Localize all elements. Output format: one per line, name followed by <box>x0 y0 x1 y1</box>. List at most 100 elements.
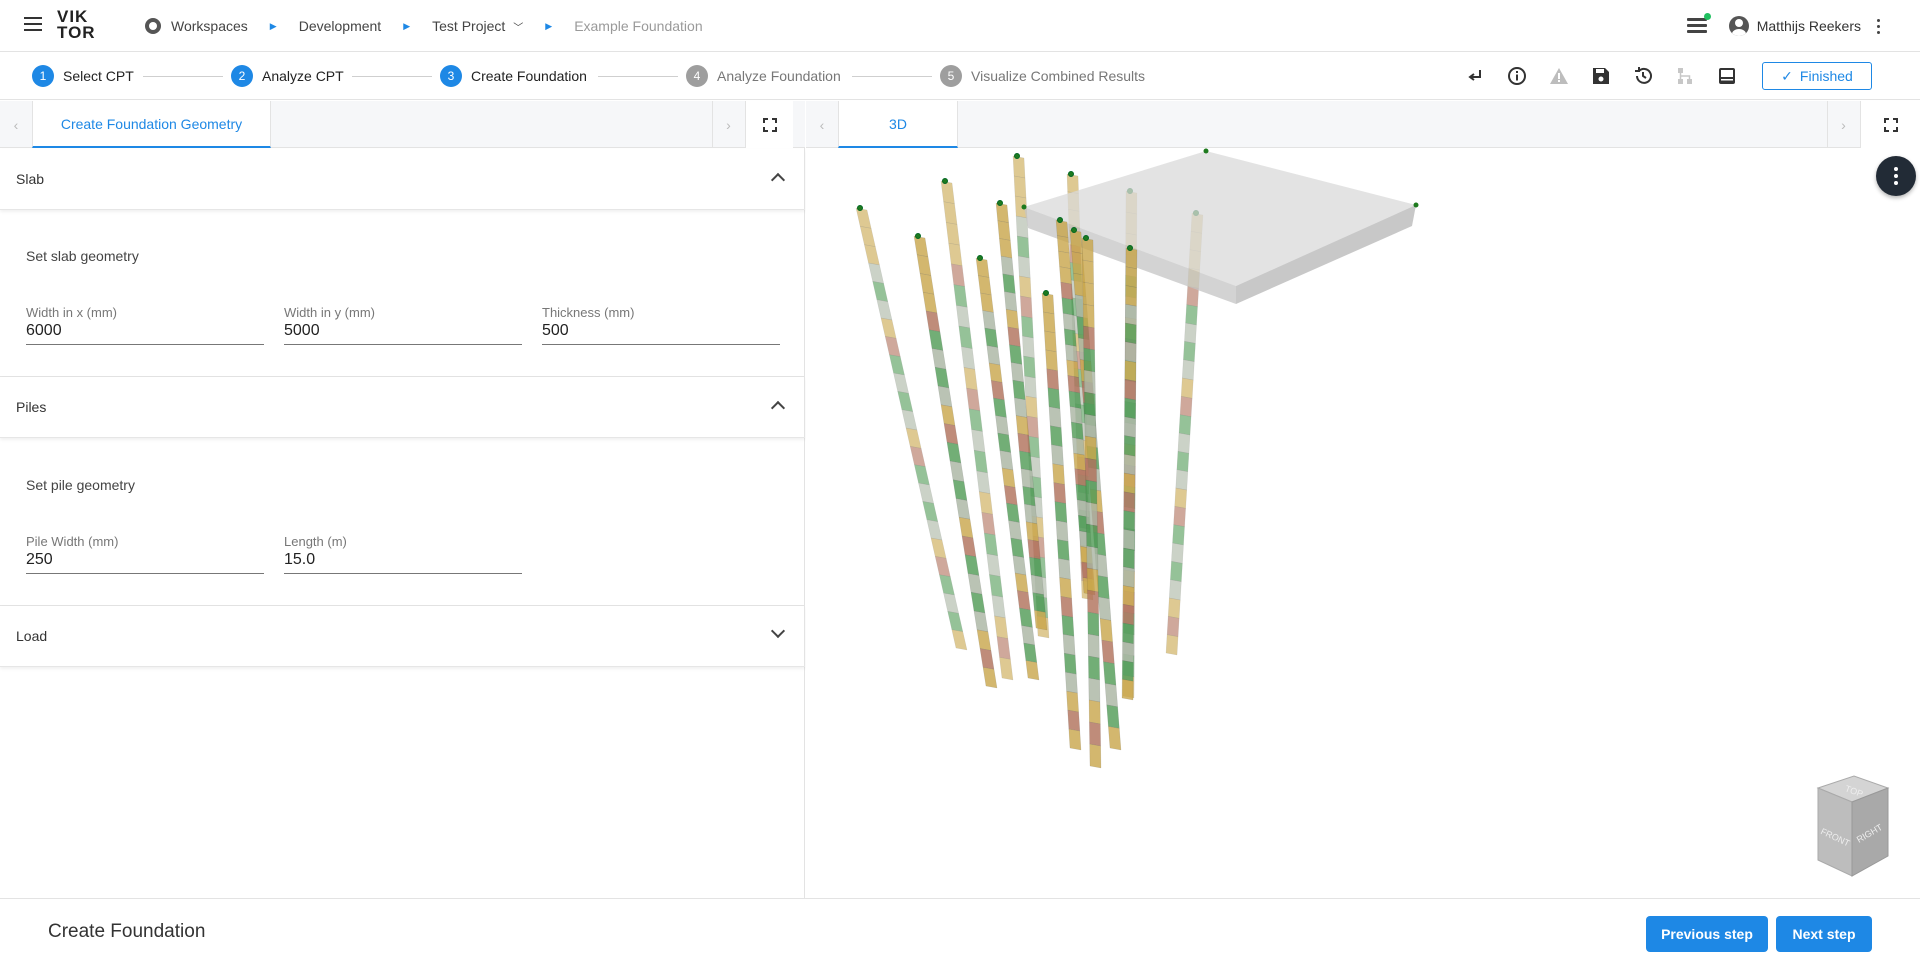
footer-step-title: Create Foundation <box>48 921 206 942</box>
check-icon: ✓ <box>1781 67 1793 84</box>
field-label: Thickness (mm) <box>542 305 635 320</box>
pile-width-field[interactable]: Pile Width (mm) 250 <box>26 534 264 574</box>
avatar[interactable] <box>1728 16 1749 36</box>
view-options-button[interactable] <box>1876 156 1916 196</box>
history-icon[interactable] <box>1632 65 1654 87</box>
tab-3d[interactable]: 3D <box>838 101 958 148</box>
breadcrumb-workspaces[interactable]: Workspaces <box>145 18 248 34</box>
finished-button[interactable]: ✓ Finished <box>1762 62 1872 90</box>
tab-scroll-left-icon[interactable]: ‹ <box>0 101 32 148</box>
hierarchy-icon <box>1674 65 1696 87</box>
view-panel: ‹ 3D › TOP FRONT RIGHT <box>806 101 1920 898</box>
step-analyze-foundation[interactable]: 4 Analyze Foundation <box>686 65 841 87</box>
section-slab-header[interactable]: Slab <box>0 149 805 210</box>
step-number: 2 <box>231 65 253 87</box>
next-step-button[interactable]: Next step <box>1776 916 1872 952</box>
save-icon[interactable] <box>1590 65 1612 87</box>
slab-width-x-field[interactable]: Width in x (mm) 6000 <box>26 305 264 345</box>
breadcrumb-label: Example Foundation <box>574 18 703 34</box>
pile-length-field[interactable]: Length (m) 15.0 <box>284 534 522 574</box>
field-value: 250 <box>26 551 53 568</box>
more-icon[interactable] <box>1877 18 1880 34</box>
section-load-header[interactable]: Load <box>0 606 805 667</box>
field-value: 500 <box>542 322 569 339</box>
breadcrumb-label: Development <box>298 18 382 34</box>
section-subtitle: Set pile geometry <box>26 477 135 493</box>
editor-panel: ‹ Create Foundation Geometry › Slab Set … <box>0 101 805 898</box>
field-label: Width in y (mm) <box>284 305 375 320</box>
chevron-down-icon[interactable]: ﹀ <box>513 19 523 34</box>
breadcrumb-label: Workspaces <box>171 18 248 34</box>
chevron-right-icon: ▶ <box>269 20 277 31</box>
foundation-3d-model: TOP FRONT RIGHT <box>855 148 1890 877</box>
step-number: 5 <box>940 65 962 87</box>
step-number: 1 <box>32 65 54 87</box>
chevron-down-icon <box>770 623 786 639</box>
breadcrumb-label: Test Project <box>432 18 506 34</box>
workspace-icon <box>145 18 161 34</box>
step-number: 3 <box>440 65 462 87</box>
view-tabs: ‹ 3D › <box>806 101 1920 148</box>
step-label: Select CPT <box>63 68 134 84</box>
tab-scroll-right-icon[interactable]: › <box>1827 101 1859 148</box>
step-connector <box>598 76 678 77</box>
step-label: Visualize Combined Results <box>971 68 1146 84</box>
top-bar: VIK TOR Workspaces ▶ Development ▶ Test … <box>0 0 1920 52</box>
info-icon[interactable] <box>1506 65 1528 87</box>
expand-panel-button[interactable] <box>745 101 793 148</box>
return-icon[interactable] <box>1464 65 1486 87</box>
section-title: Slab <box>16 171 45 187</box>
step-visualize-results[interactable]: 5 Visualize Combined Results <box>940 65 1145 87</box>
menu-icon[interactable] <box>24 17 42 31</box>
warning-icon <box>1548 65 1570 87</box>
step-create-foundation[interactable]: 3 Create Foundation <box>440 65 587 87</box>
view-cube[interactable]: TOP FRONT RIGHT <box>1816 775 1890 877</box>
step-label: Analyze CPT <box>262 68 344 84</box>
fullscreen-icon <box>1883 117 1898 132</box>
finished-label: Finished <box>1799 68 1853 84</box>
breadcrumb: Workspaces ▶ Development ▶ Test Project … <box>145 0 703 52</box>
fullscreen-icon <box>762 117 777 132</box>
tab-scroll-left-icon[interactable]: ‹ <box>806 101 838 148</box>
field-label: Width in x (mm) <box>26 305 117 320</box>
slab-thickness-field[interactable]: Thickness (mm) 500 <box>542 305 780 345</box>
chevron-up-icon <box>770 172 786 188</box>
chevron-right-icon: ▶ <box>545 20 553 31</box>
expand-view-button[interactable] <box>1860 101 1920 148</box>
viktor-logo[interactable]: VIK TOR <box>57 8 96 42</box>
step-label: Analyze Foundation <box>717 68 841 84</box>
editor-tabs: ‹ Create Foundation Geometry › <box>0 101 805 148</box>
user-area: Matthijs Reekers <box>1686 0 1880 52</box>
pile <box>1121 245 1138 701</box>
tab-scroll-right-icon[interactable]: › <box>712 101 744 148</box>
step-analyze-cpt[interactable]: 2 Analyze CPT <box>231 65 344 87</box>
section-subtitle: Set slab geometry <box>26 248 139 264</box>
slab-width-y-field[interactable]: Width in y (mm) 5000 <box>284 305 522 345</box>
slab-corner-point <box>1413 202 1419 208</box>
chevron-up-icon <box>770 400 786 416</box>
field-value: 15.0 <box>284 551 316 568</box>
previous-step-button[interactable]: Previous step <box>1646 916 1768 952</box>
step-connector <box>143 76 223 77</box>
tab-create-foundation-geometry[interactable]: Create Foundation Geometry <box>32 101 271 148</box>
step-connector <box>852 76 932 77</box>
inbox-icon[interactable] <box>1716 65 1738 87</box>
3d-viewer[interactable]: TOP FRONT RIGHT <box>806 148 1920 898</box>
user-name[interactable]: Matthijs Reekers <box>1757 18 1861 34</box>
jobs-icon[interactable] <box>1686 13 1711 34</box>
section-piles-header[interactable]: Piles <box>0 377 805 438</box>
step-label: Create Foundation <box>471 68 587 84</box>
section-title: Piles <box>16 399 47 415</box>
logo-bottom: TOR <box>57 23 96 42</box>
status-dot <box>1703 13 1711 20</box>
step-select-cpt[interactable]: 1 Select CPT <box>32 65 134 87</box>
steps-bar: 1 Select CPT 2 Analyze CPT 3 Create Foun… <box>0 52 1920 100</box>
field-label: Pile Width (mm) <box>26 534 119 549</box>
breadcrumb-project[interactable]: Test Project ﹀ <box>432 18 523 34</box>
breadcrumb-development[interactable]: Development <box>299 18 382 34</box>
section-title: Load <box>16 628 48 644</box>
field-label: Length (m) <box>284 534 347 549</box>
breadcrumb-entity: Example Foundation <box>574 18 702 34</box>
chevron-right-icon: ▶ <box>403 20 411 31</box>
slab-corner-point <box>1021 204 1027 210</box>
